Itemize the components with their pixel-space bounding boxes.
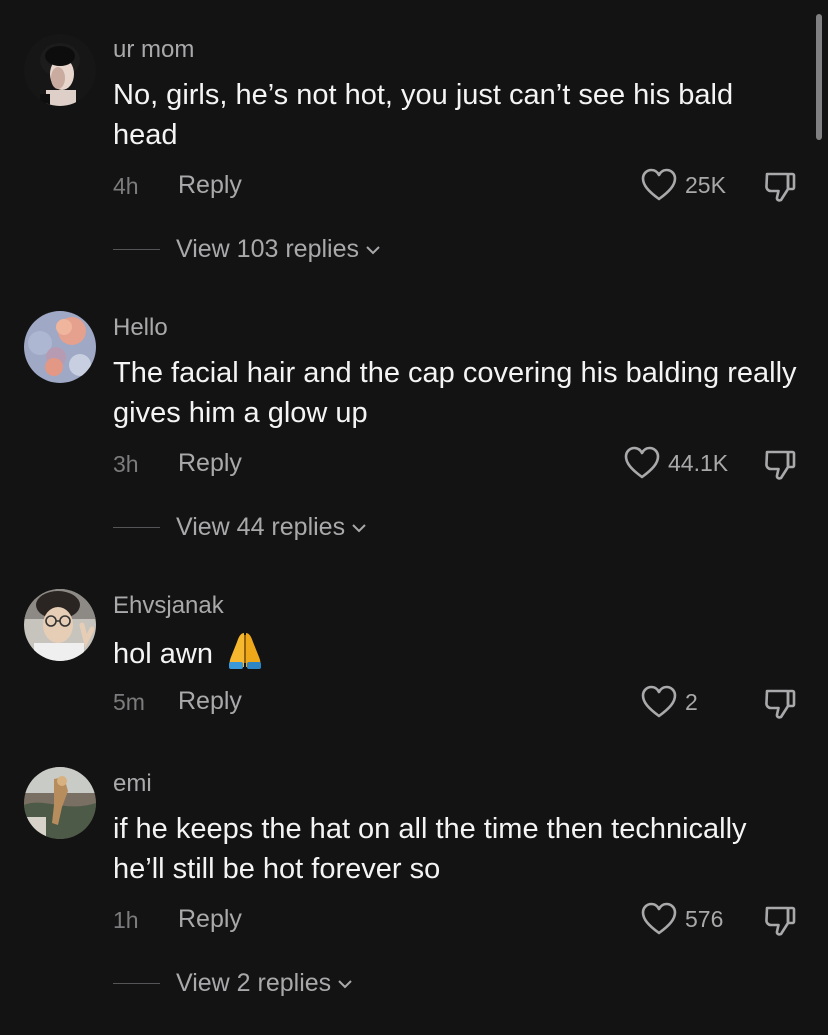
divider-line: [113, 983, 160, 984]
divider-line: [113, 249, 160, 250]
reply-button[interactable]: Reply: [178, 449, 242, 478]
view-replies-button[interactable]: View 103 replies: [113, 235, 381, 264]
like-count: 25K: [685, 171, 726, 198]
avatar-image: [24, 34, 96, 106]
comment-text: The facial hair and the cap covering his…: [113, 357, 797, 429]
chevron-down-icon: [352, 523, 366, 532]
comment-text: No, girls, he’s not hot, you just can’t …: [113, 79, 734, 151]
like-button[interactable]: 576: [641, 902, 723, 936]
like-button[interactable]: 2: [641, 685, 698, 719]
comment-timestamp: 1h: [113, 907, 139, 933]
comment-timestamp: 4h: [113, 173, 139, 199]
chevron-down-icon: [366, 245, 380, 254]
like-button[interactable]: 25K: [641, 168, 726, 202]
like-button[interactable]: 44.1K: [624, 446, 728, 480]
reply-button[interactable]: Reply: [178, 687, 242, 716]
dislike-icon[interactable]: [762, 446, 798, 482]
avatar-image: [24, 767, 96, 839]
heart-icon: [624, 446, 660, 479]
folded-hands-icon: [229, 633, 262, 669]
reply-button[interactable]: Reply: [178, 905, 242, 934]
comment-text: hol awn: [113, 631, 803, 674]
comment-username[interactable]: Hello: [113, 314, 168, 342]
divider-line: [113, 527, 160, 528]
avatar[interactable]: [24, 589, 96, 661]
comment-username[interactable]: ur mom: [113, 36, 194, 64]
like-count: 576: [685, 905, 724, 932]
reply-button[interactable]: Reply: [178, 171, 242, 200]
dislike-icon[interactable]: [762, 685, 798, 721]
heart-icon: [641, 168, 677, 201]
comment-text-content: hol awn: [113, 638, 213, 670]
view-replies-label: View 2 replies: [176, 969, 332, 997]
comment-username[interactable]: emi: [113, 770, 152, 798]
dislike-icon[interactable]: [762, 902, 798, 938]
avatar-image: [24, 589, 96, 661]
heart-icon: [641, 685, 677, 718]
comment-timestamp: 3h: [113, 451, 139, 477]
view-replies-button[interactable]: View 2 replies: [113, 969, 353, 998]
avatar[interactable]: [24, 311, 96, 383]
scrollbar[interactable]: [816, 14, 822, 140]
avatar[interactable]: [24, 767, 96, 839]
chevron-down-icon: [338, 979, 352, 988]
comment-username[interactable]: Ehvsjanak: [113, 592, 224, 620]
like-count: 2: [685, 688, 698, 715]
avatar-image: [24, 311, 96, 383]
dislike-icon[interactable]: [762, 168, 798, 204]
comment-timestamp: 5m: [113, 689, 145, 715]
view-replies-button[interactable]: View 44 replies: [113, 513, 367, 542]
heart-icon: [641, 902, 677, 935]
avatar[interactable]: [24, 34, 96, 106]
view-replies-label: View 44 replies: [176, 513, 346, 541]
view-replies-label: View 103 replies: [176, 235, 359, 263]
like-count: 44.1K: [668, 449, 729, 476]
comment-text: if he keeps the hat on all the time then…: [113, 813, 747, 885]
